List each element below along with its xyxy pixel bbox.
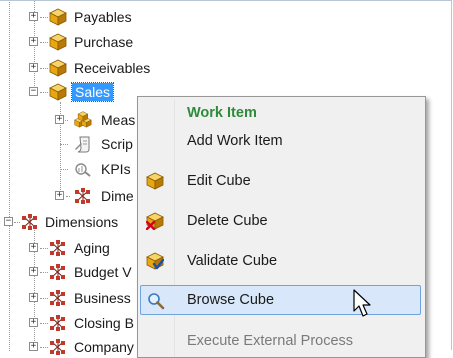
menu-header-label: Work Item bbox=[187, 105, 257, 121]
menu-header-work-item: Work Item bbox=[140, 99, 421, 127]
menu-item-add-work-item[interactable]: Add Work Item bbox=[140, 127, 421, 155]
expand-toggle[interactable]: + bbox=[29, 63, 38, 72]
expand-toggle[interactable]: + bbox=[29, 12, 38, 21]
tree-node-label: Meas bbox=[101, 112, 136, 128]
cube-icon bbox=[49, 33, 67, 51]
kpi-icon bbox=[75, 163, 91, 177]
menu-item-browse-cube[interactable]: Browse Cube bbox=[140, 285, 421, 315]
script-icon bbox=[75, 136, 90, 153]
magnifier-icon bbox=[148, 293, 165, 310]
tree-node-label: Receivables bbox=[74, 60, 151, 76]
menu-item-edit-cube[interactable]: Edit Cube bbox=[140, 167, 421, 195]
tree-node-label: Aging bbox=[74, 240, 110, 256]
expand-toggle[interactable]: + bbox=[29, 243, 38, 252]
tree-node-label: Closing B bbox=[74, 315, 134, 331]
tree-node-label: Sales bbox=[70, 82, 115, 102]
tree-node-label: Budget V bbox=[74, 264, 132, 280]
expand-toggle[interactable]: + bbox=[55, 191, 64, 200]
validate-cube-icon bbox=[146, 252, 164, 270]
tree-node-label: Scrip bbox=[101, 136, 133, 152]
cube-icon bbox=[49, 8, 67, 26]
dimension-icon bbox=[74, 187, 91, 205]
dimension-icon bbox=[49, 338, 66, 356]
menu-item-label: Validate Cube bbox=[187, 253, 278, 269]
measures-icon bbox=[74, 111, 92, 128]
tree-node-label: KPIs bbox=[101, 161, 131, 177]
menu-item-validate-cube[interactable]: Validate Cube bbox=[140, 247, 421, 275]
cube-icon bbox=[146, 172, 164, 190]
collapse-toggle[interactable]: − bbox=[29, 87, 38, 96]
tree-node-label: Purchase bbox=[74, 34, 134, 50]
tree-node-label: Dime bbox=[101, 188, 134, 204]
dimension-icon bbox=[49, 239, 66, 257]
mouse-cursor-icon bbox=[353, 289, 371, 317]
menu-item-label: Browse Cube bbox=[187, 292, 275, 308]
tree-node-label: Company bbox=[74, 339, 134, 355]
cube-icon bbox=[49, 83, 67, 101]
context-menu: Work Item Add Work Item Edit Cube Delete… bbox=[137, 96, 426, 358]
expand-toggle[interactable]: + bbox=[29, 293, 38, 302]
collapse-toggle[interactable]: − bbox=[4, 217, 13, 226]
expand-toggle[interactable]: + bbox=[29, 318, 38, 327]
dimension-icon bbox=[49, 314, 66, 332]
dimension-icon bbox=[49, 289, 66, 307]
menu-item-label: Delete Cube bbox=[187, 213, 268, 229]
expand-toggle[interactable]: + bbox=[55, 115, 64, 124]
tree-node-label: Payables bbox=[74, 9, 132, 25]
dimension-icon bbox=[21, 213, 38, 231]
expand-toggle[interactable]: + bbox=[29, 267, 38, 276]
expand-toggle[interactable]: + bbox=[29, 37, 38, 46]
menu-item-label: Add Work Item bbox=[187, 133, 283, 149]
tree-node-label: Dimensions bbox=[45, 214, 119, 230]
delete-cube-icon bbox=[146, 212, 164, 230]
cube-icon bbox=[49, 59, 67, 77]
expand-toggle[interactable]: + bbox=[29, 342, 38, 351]
menu-item-delete-cube[interactable]: Delete Cube bbox=[140, 207, 421, 235]
dimension-icon bbox=[49, 263, 66, 281]
menu-item-label: Edit Cube bbox=[187, 173, 251, 189]
tree-node-label: Business bbox=[74, 290, 131, 306]
